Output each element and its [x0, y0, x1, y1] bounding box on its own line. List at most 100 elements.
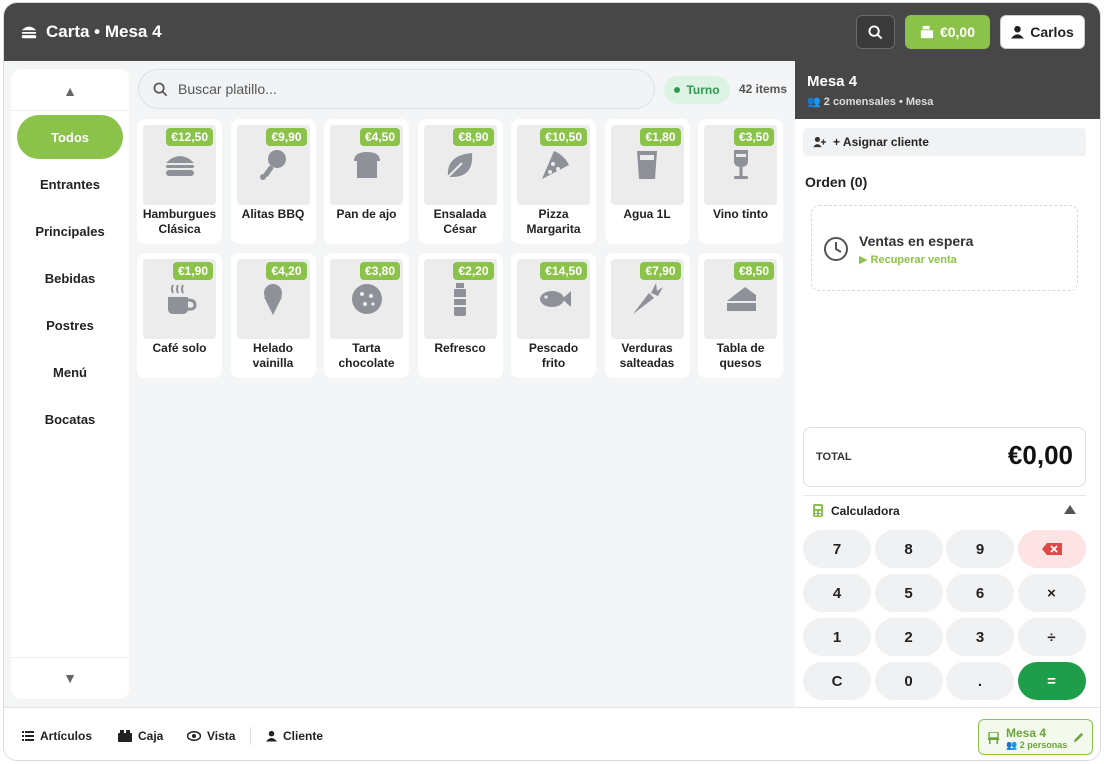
key-1[interactable]: 1: [803, 618, 871, 656]
product-name-line: Tabla de: [716, 341, 765, 355]
mesa-chip[interactable]: Mesa 4 👥 2 personas: [978, 719, 1093, 755]
key-6[interactable]: 6: [946, 574, 1014, 612]
product-name-line: Hamburgues: [142, 207, 217, 221]
category-item[interactable]: Principales: [17, 209, 123, 253]
user-button[interactable]: Carlos: [1000, 15, 1085, 49]
page-title-text: Carta • Mesa 4: [46, 22, 162, 41]
price-badge: €12,50: [166, 128, 213, 146]
product-name: Hamburgues Clásica: [139, 207, 220, 237]
product-card[interactable]: €3,80 Tarta chocolate: [324, 253, 409, 378]
product-name: Helado vainilla: [233, 341, 314, 371]
key-9[interactable]: 9: [946, 530, 1014, 568]
product-card[interactable]: €8,50 Tabla de quesos: [698, 253, 783, 378]
articulos-button[interactable]: Artículos: [22, 708, 93, 760]
calculator-icon: [813, 504, 823, 517]
recover-sale-link[interactable]: ▶ Recuperar venta: [859, 253, 957, 266]
burger-icon: [165, 156, 194, 176]
product-card[interactable]: €12,50 Hamburgues Clásica: [137, 119, 222, 244]
product-name-line: César: [443, 222, 477, 236]
scroll-down-button[interactable]: ▼: [11, 657, 129, 697]
vista-button[interactable]: Vista: [187, 708, 235, 760]
cart-total-button[interactable]: €0,00: [905, 15, 990, 49]
caja-label: Caja: [138, 728, 164, 743]
key-5[interactable]: 5: [874, 574, 943, 612]
mesa-chip-subtitle-text: 2 personas: [1019, 740, 1068, 750]
product-name: Vino tinto: [700, 207, 781, 222]
product-name-line: Café solo: [152, 341, 207, 355]
list-icon: [22, 730, 34, 741]
key-8[interactable]: 8: [874, 530, 943, 568]
top-header: Carta • Mesa 4 €0,00 Carlos: [4, 3, 1100, 61]
price-badge: €1,90: [172, 262, 213, 280]
product-card[interactable]: €1,80 Agua 1L: [604, 119, 690, 244]
key-7[interactable]: 7: [803, 530, 871, 568]
backspace-key[interactable]: [1017, 530, 1086, 568]
product-name-line: Refresco: [434, 341, 486, 355]
multiply-key[interactable]: ×: [1017, 574, 1086, 612]
product-card[interactable]: €8,90 Ensalada César: [417, 119, 503, 244]
product-name-line: quesos: [719, 356, 762, 370]
turno-badge[interactable]: Turno: [664, 76, 730, 104]
assign-client-button[interactable]: + Asignar cliente: [803, 128, 1086, 156]
category-item[interactable]: Postres: [17, 303, 123, 347]
held-sales-box: Ventas en espera ▶ Recuperar venta: [811, 205, 1078, 291]
calculator-toggle[interactable]: Calculadora: [803, 495, 1086, 525]
add-user-icon: [813, 136, 826, 148]
key-3[interactable]: 3: [946, 618, 1014, 656]
product-name: Alitas BBQ: [233, 207, 314, 222]
category-item[interactable]: Bebidas: [17, 256, 123, 300]
divide-key[interactable]: ÷: [1017, 618, 1086, 656]
backspace-icon: [1041, 543, 1062, 555]
caja-button[interactable]: Caja: [118, 708, 164, 760]
product-name-line: Pescado: [528, 341, 579, 355]
register-icon: [920, 25, 934, 39]
total-value: €0,00: [1007, 440, 1073, 470]
clear-key[interactable]: C: [803, 662, 871, 700]
price-badge: €8,50: [733, 262, 774, 280]
product-card[interactable]: €10,50 Pizza Margarita: [511, 119, 596, 244]
cliente-button[interactable]: Cliente: [266, 708, 323, 760]
pencil-icon[interactable]: [1073, 732, 1084, 743]
key-0[interactable]: 0: [874, 662, 943, 700]
decimal-key[interactable]: .: [946, 662, 1014, 700]
product-card[interactable]: €2,20 Refresco: [417, 253, 503, 378]
cookie-icon: [351, 284, 382, 314]
key-4[interactable]: 4: [803, 574, 871, 612]
category-todos[interactable]: Todos: [17, 115, 123, 159]
product-card[interactable]: €7,90 Verduras salteadas: [604, 253, 690, 378]
product-name-line: Pizza: [538, 207, 569, 221]
product-name: Pescado frito: [513, 341, 594, 371]
category-item[interactable]: Bocatas: [17, 397, 123, 441]
order-panel: Mesa 4 👥 2 comensales • Mesa + Asignar c…: [795, 61, 1100, 707]
product-card[interactable]: €4,20 Helado vainilla: [230, 253, 316, 378]
product-card[interactable]: €14,50 Pescado frito: [511, 253, 596, 378]
product-name-line: Vino tinto: [712, 207, 769, 221]
product-card[interactable]: €3,50 Vino tinto: [698, 119, 783, 244]
calculator-label: Calculadora: [831, 503, 900, 518]
user-icon: [266, 730, 277, 741]
price-badge: €10,50: [540, 128, 587, 146]
divider: [250, 727, 251, 745]
price-badge: €7,90: [640, 262, 681, 280]
product-card[interactable]: €9,90 Alitas BBQ: [230, 119, 316, 244]
cheese-icon: [726, 287, 756, 311]
search-icon: [868, 24, 883, 39]
scroll-up-button[interactable]: ▲: [11, 71, 129, 111]
category-item[interactable]: Entrantes: [17, 162, 123, 206]
search-button[interactable]: [856, 15, 895, 49]
price-badge: €8,90: [453, 128, 494, 146]
search-input[interactable]: [178, 81, 638, 97]
chevron-up-icon: ▲: [63, 82, 77, 99]
mesa-title: Mesa 4: [807, 73, 858, 90]
equals-key[interactable]: =: [1017, 662, 1086, 700]
product-card[interactable]: €4,50 Pan de ajo: [324, 119, 409, 244]
price-badge: €3,50: [733, 128, 774, 146]
product-card[interactable]: €1,90 Café solo: [137, 253, 222, 378]
product-name: Café solo: [139, 341, 220, 356]
product-name-line: frito: [541, 356, 566, 370]
key-2[interactable]: 2: [874, 618, 943, 656]
articulos-label: Artículos: [40, 728, 93, 743]
product-name-line: vainilla: [252, 356, 294, 370]
category-item[interactable]: Menú: [17, 350, 123, 394]
clock-icon: [824, 237, 848, 261]
